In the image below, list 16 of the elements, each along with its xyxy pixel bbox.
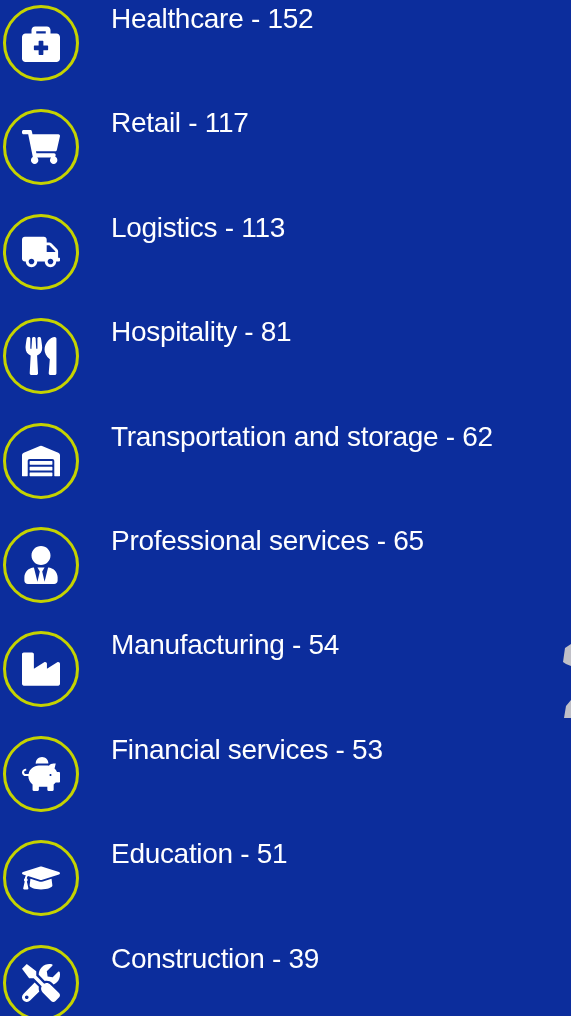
sector-label: Education - 51 (111, 840, 288, 869)
sector-label: Professional services - 65 (111, 526, 424, 555)
factory-icon (22, 650, 60, 689)
tools-icon (22, 963, 60, 1002)
shopping-cart-icon (22, 128, 60, 167)
medical-kit-icon (22, 24, 60, 62)
sector-label: Healthcare - 152 (111, 5, 314, 33)
sector-label: Retail - 117 (111, 109, 249, 138)
sector-label: Transportation and storage - 62 (111, 422, 493, 451)
sector-label: Manufacturing - 54 (111, 631, 340, 660)
sector-label: Hospitality - 81 (111, 318, 292, 347)
sector-label: Construction - 39 (111, 944, 320, 973)
sector-label: Financial services - 53 (111, 735, 383, 764)
piggy-bank-icon (22, 754, 60, 793)
sector-label: Logistics - 113 (111, 213, 285, 242)
person-tie-icon (22, 545, 60, 584)
